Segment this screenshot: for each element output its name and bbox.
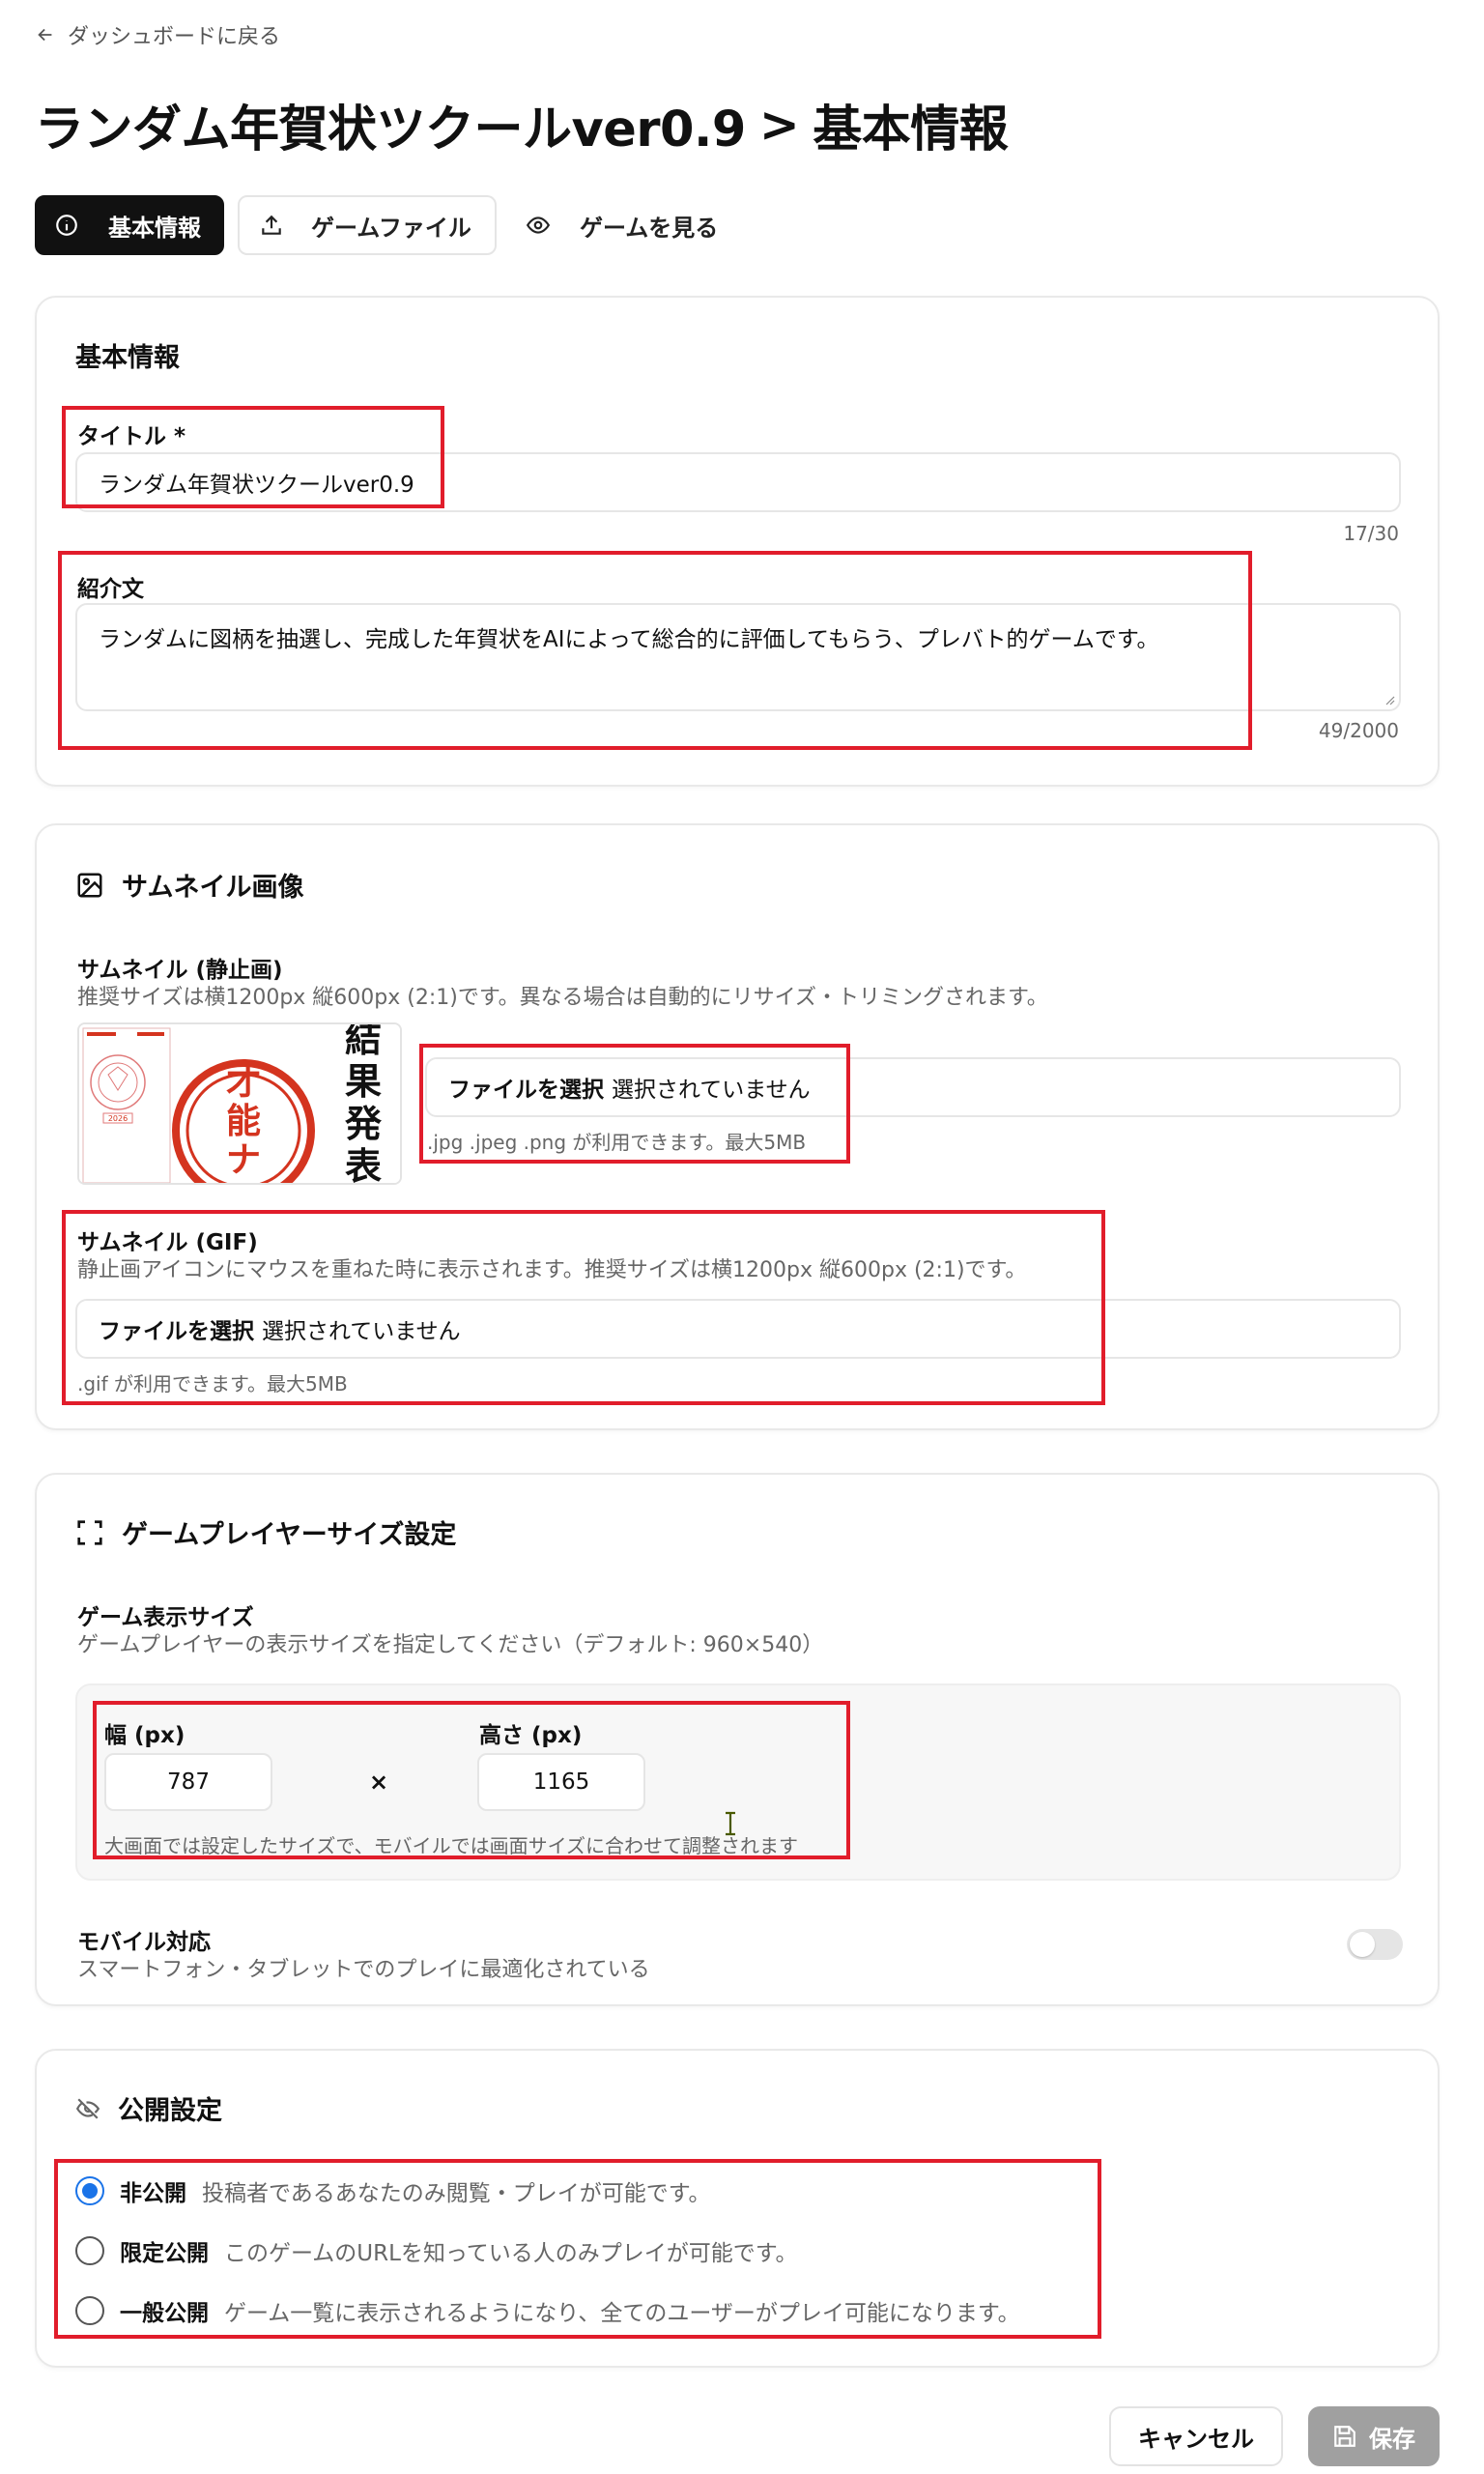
tab-game-file[interactable]: ゲームファイル: [238, 195, 497, 255]
preview-side-char-2: 果: [345, 1059, 382, 1103]
tab-bar: 基本情報 ゲームファイル ゲームを見る: [35, 195, 742, 255]
back-label: ダッシュボードに戻る: [68, 25, 281, 49]
display-size-help: ゲームプレイヤーの表示サイズを指定してください（デフォルト: 960×540）: [77, 1633, 824, 1657]
card-heading-text: サムネイル画像: [122, 873, 304, 903]
back-to-dashboard-link[interactable]: ダッシュボードに戻る: [35, 19, 280, 50]
highlight-title: [62, 406, 444, 508]
resize-handle-icon[interactable]: [1384, 694, 1395, 705]
arrow-left-icon: [38, 28, 52, 42]
tab-label: ゲームファイル: [311, 214, 471, 242]
highlight-size-inputs: [93, 1701, 850, 1859]
save-label: 保存: [1369, 2425, 1415, 2453]
static-thumbnail-label: サムネイル (静止画): [77, 958, 283, 983]
cancel-label: キャンセル: [1138, 2425, 1254, 2453]
card-heading: 公開設定: [75, 2089, 222, 2127]
breadcrumb-separator: >: [758, 97, 800, 153]
save-icon: [1334, 2426, 1356, 2447]
card-heading: ゲームプレイヤーサイズ設定: [75, 1513, 456, 1551]
mobile-help: スマートフォン・タブレットでのプレイに最適化されている: [77, 1958, 650, 1982]
tab-view-game[interactable]: ゲームを見る: [510, 195, 742, 255]
stamp-red-bar: [87, 1032, 116, 1036]
preview-side-char-1: 結: [345, 1024, 382, 1060]
section-title: 基本情報: [813, 101, 1009, 158]
tab-basic-info[interactable]: 基本情報: [35, 195, 224, 255]
card-heading-text: ゲームプレイヤーサイズ設定: [122, 1520, 457, 1550]
image-icon: [77, 873, 102, 897]
preview-char-2: 能: [226, 1101, 261, 1141]
tab-label: ゲームを見る: [580, 214, 719, 242]
tab-label: 基本情報: [108, 214, 201, 242]
title-counter: 17/30: [1343, 522, 1399, 545]
thumbnail-preview: 2026 才 能 ナ 結 果 発 表: [77, 1022, 402, 1185]
highlight-static-file: [419, 1044, 850, 1164]
preview-year: 2026: [108, 1114, 128, 1123]
upload-icon: [262, 215, 281, 235]
preview-side-char-3: 発: [345, 1102, 383, 1145]
preview-side-char-4: 表: [345, 1144, 382, 1185]
save-button[interactable]: 保存: [1308, 2406, 1440, 2466]
page-title: ランダム年賀状ツクールver0.9 > 基本情報: [35, 89, 1009, 160]
highlight-visibility-options: [54, 2159, 1101, 2339]
card-heading: 基本情報: [75, 336, 180, 374]
static-thumbnail-help: 推奨サイズは横1200px 縦600px (2:1)です。異なる場合は自動的にリ…: [77, 986, 1048, 1010]
display-size-label: ゲーム表示サイズ: [77, 1605, 254, 1630]
cancel-button[interactable]: キャンセル: [1109, 2406, 1283, 2466]
highlight-description: [58, 551, 1252, 750]
info-icon: [56, 215, 77, 236]
description-counter: 49/2000: [1318, 719, 1399, 742]
mobile-toggle[interactable]: [1347, 1929, 1403, 1960]
expand-icon: [77, 1519, 102, 1545]
game-title: ランダム年賀状ツクールver0.9: [35, 101, 746, 158]
eye-icon: [526, 216, 551, 234]
eye-off-icon: [75, 2097, 100, 2119]
highlight-gif: [62, 1210, 1105, 1405]
card-heading-text: 公開設定: [118, 2096, 222, 2126]
thumbnail-preview-image: 2026 才 能 ナ 結 果 発 表: [79, 1024, 400, 1185]
card-heading: サムネイル画像: [75, 866, 303, 904]
preview-char-1: 才: [226, 1062, 261, 1103]
mobile-label: モバイル対応: [77, 1930, 211, 1955]
toggle-knob: [1350, 1932, 1375, 1957]
preview-char-3: ナ: [226, 1139, 261, 1180]
card-heading-text: 基本情報: [75, 343, 180, 373]
